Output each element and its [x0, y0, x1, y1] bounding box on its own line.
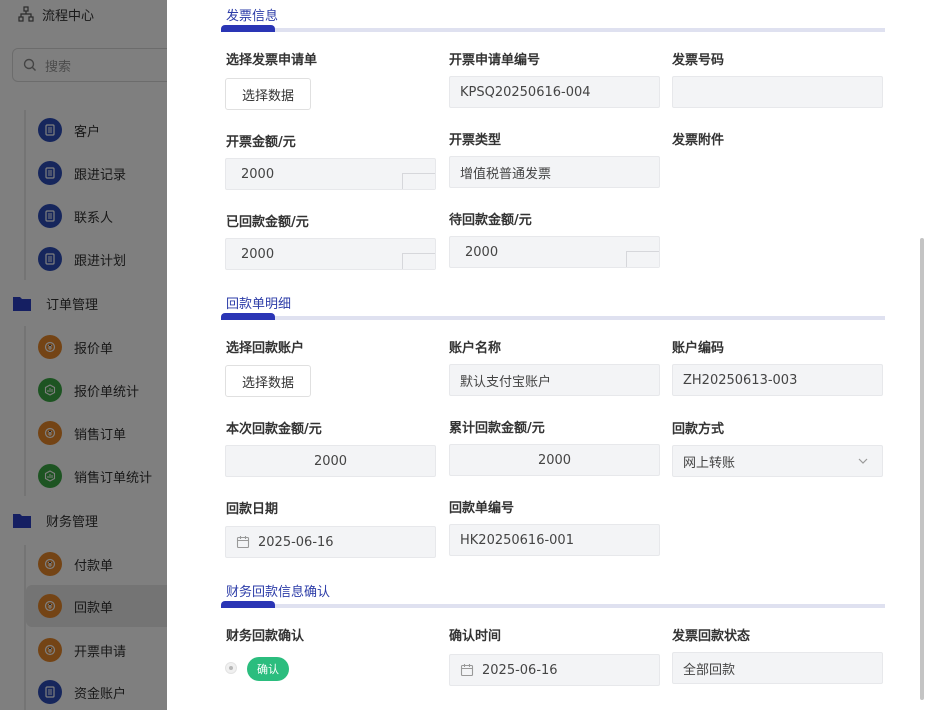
total-amount-value: 2000 [537, 452, 572, 468]
select-invoice-request-button[interactable]: 选择数据 [225, 78, 311, 110]
invoice-type-label: 开票类型 [449, 133, 502, 148]
scrollbar-thumb[interactable] [920, 238, 924, 700]
number-stepper[interactable] [402, 173, 435, 189]
section-tab-marker [221, 601, 275, 608]
account-name-value: 默认支付宝账户 [460, 374, 552, 390]
section-title-payment-detail: 回款单明细 [226, 297, 292, 312]
confirm-badge[interactable]: 确认 [247, 657, 289, 681]
invoice-amount-value: 2000 [241, 166, 275, 182]
total-amount-label: 累计回款金额/元 [449, 421, 545, 436]
payment-no-field[interactable]: HK20250616-001 [449, 524, 660, 556]
number-stepper[interactable] [626, 251, 659, 267]
received-amount-value: 2000 [241, 246, 275, 262]
confirm-time-value: 2025-06-16 [482, 662, 558, 678]
payment-no-label: 回款单编号 [449, 501, 515, 516]
select-account-label: 选择回款账户 [226, 341, 305, 356]
invoice-payment-status-value: 全部回款 [683, 662, 736, 678]
payment-date-value: 2025-06-16 [258, 534, 334, 550]
account-code-label: 账户编码 [672, 341, 725, 356]
account-code-value: ZH20250613-003 [683, 372, 798, 388]
account-name-field[interactable]: 默认支付宝账户 [449, 364, 660, 396]
select-account-button[interactable]: 选择数据 [225, 365, 311, 397]
number-stepper[interactable] [402, 253, 435, 269]
request-no-field[interactable]: KPSQ20250616-004 [449, 76, 660, 108]
pending-amount-value: 2000 [465, 244, 499, 260]
confirm-time-field[interactable]: 2025-06-16 [449, 654, 660, 686]
invoice-no-label: 发票号码 [672, 53, 725, 68]
drawer-panel: 发票信息 选择发票申请单 选择数据 开票申请单编号 KPSQ20250616-0… [167, 0, 925, 710]
total-amount-field[interactable]: 2000 [449, 444, 660, 476]
invoice-payment-status-label: 发票回款状态 [672, 629, 751, 644]
section-tab-marker [221, 25, 275, 32]
received-amount-field[interactable]: 2000 [225, 238, 436, 270]
invoice-attachment-label: 发票附件 [672, 133, 725, 148]
payment-method-select[interactable]: 网上转账 [672, 445, 883, 477]
invoice-type-field[interactable]: 增值税普通发票 [449, 156, 660, 188]
account-name-label: 账户名称 [449, 341, 502, 356]
payment-date-field[interactable]: 2025-06-16 [225, 526, 436, 558]
payment-method-value: 网上转账 [683, 455, 736, 471]
finance-confirm-label: 财务回款确认 [226, 629, 305, 644]
current-amount-value: 2000 [313, 453, 348, 469]
pending-amount-label: 待回款金额/元 [449, 213, 532, 228]
section-title-invoice: 发票信息 [226, 9, 279, 24]
payment-method-label: 回款方式 [672, 422, 725, 437]
invoice-amount-label: 开票金额/元 [226, 135, 296, 150]
payment-no-value: HK20250616-001 [460, 532, 574, 548]
current-amount-label: 本次回款金额/元 [226, 422, 322, 437]
invoice-amount-field[interactable]: 2000 [225, 158, 436, 190]
calendar-icon [460, 664, 474, 677]
confirm-time-label: 确认时间 [449, 629, 502, 644]
request-no-value: KPSQ20250616-004 [460, 84, 591, 100]
invoice-type-value: 增值税普通发票 [460, 166, 552, 182]
request-no-label: 开票申请单编号 [449, 53, 541, 68]
current-amount-field[interactable]: 2000 [225, 445, 436, 477]
invoice-no-field[interactable] [672, 76, 883, 108]
received-amount-label: 已回款金额/元 [226, 215, 309, 230]
calendar-icon [236, 536, 250, 549]
section-title-finance-confirm: 财务回款信息确认 [226, 585, 331, 600]
pending-amount-field[interactable]: 2000 [449, 236, 660, 268]
invoice-payment-status-field[interactable]: 全部回款 [672, 652, 883, 684]
confirm-radio[interactable] [225, 662, 237, 674]
payment-date-label: 回款日期 [226, 502, 279, 517]
select-invoice-request-label: 选择发票申请单 [226, 53, 318, 68]
section-divider [221, 25, 885, 32]
section-divider [221, 601, 885, 608]
section-divider [221, 313, 885, 320]
chevron-down-icon [858, 458, 868, 464]
account-code-field[interactable]: ZH20250613-003 [672, 364, 883, 396]
section-tab-marker [221, 313, 275, 320]
